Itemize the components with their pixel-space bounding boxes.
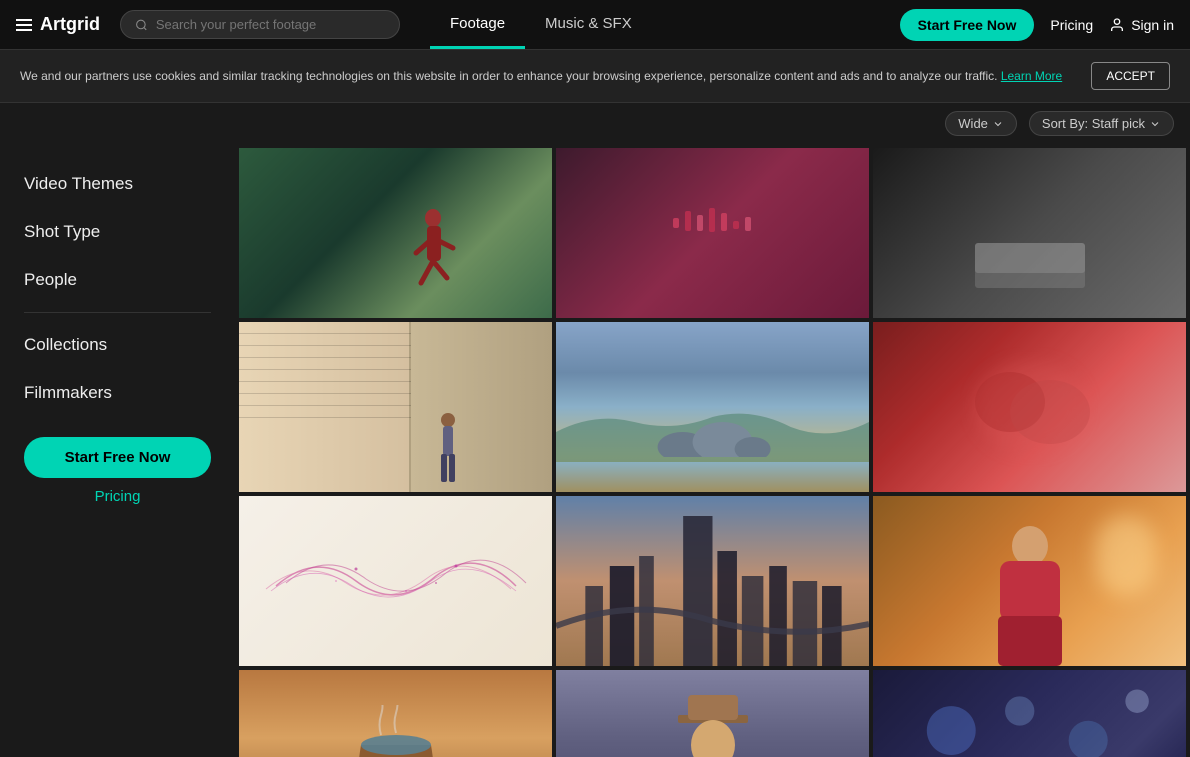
filter-bar: Wide Sort By: Staff pick: [0, 103, 1190, 144]
logo[interactable]: Artgrid: [16, 14, 100, 35]
tab-footage[interactable]: Footage: [430, 1, 525, 49]
sort-filter[interactable]: Sort By: Staff pick: [1029, 111, 1174, 136]
sidebar-item-filmmakers[interactable]: Filmmakers: [0, 369, 235, 417]
grid-item-bokeh[interactable]: Revain: [873, 670, 1186, 757]
sidebar-cta: Start Free Now Pricing: [24, 437, 211, 505]
logo-text: Artgrid: [40, 14, 100, 35]
search-bar[interactable]: [120, 10, 400, 39]
sidebar-item-video-themes[interactable]: Video Themes: [0, 160, 235, 208]
chevron-down-icon: [992, 118, 1004, 130]
grid-item-man[interactable]: [556, 670, 869, 757]
sidebar: Video Themes Shot Type People Collection…: [0, 144, 235, 757]
sidebar-divider: [24, 312, 211, 313]
search-icon: [135, 18, 148, 32]
accept-button[interactable]: ACCEPT: [1091, 62, 1170, 90]
learn-more-link[interactable]: Learn More: [1001, 69, 1062, 83]
header: Artgrid Footage Music & SFX Start Free N…: [0, 0, 1190, 50]
sidebar-item-people[interactable]: People: [0, 256, 235, 304]
grid-item-plane[interactable]: [873, 496, 1186, 666]
start-free-button[interactable]: Start Free Now: [900, 9, 1035, 41]
cookie-text: We and our partners use cookies and simi…: [20, 69, 1062, 83]
user-icon: [1109, 17, 1125, 33]
sign-in-label: Sign in: [1131, 17, 1174, 33]
grid-item-tea[interactable]: [239, 670, 552, 757]
search-input[interactable]: [156, 17, 385, 32]
grid-item-smoke[interactable]: [873, 322, 1186, 492]
wide-filter[interactable]: Wide: [945, 111, 1017, 136]
grid-container: Revain: [239, 148, 1186, 757]
pricing-link[interactable]: Pricing: [1050, 17, 1093, 33]
grid-item-classroom[interactable]: [239, 322, 552, 492]
menu-icon[interactable]: [16, 19, 32, 31]
cookie-banner: We and our partners use cookies and simi…: [0, 50, 1190, 103]
video-grid: Revain: [235, 144, 1190, 757]
main-layout: Video Themes Shot Type People Collection…: [0, 144, 1190, 757]
header-right: Start Free Now Pricing Sign in: [900, 9, 1174, 41]
grid-item-city[interactable]: [556, 496, 869, 666]
sidebar-item-shot-type[interactable]: Shot Type: [0, 208, 235, 256]
grid-item-runner[interactable]: [239, 148, 552, 318]
grid-item-piano[interactable]: [873, 148, 1186, 318]
nav-tabs: Footage Music & SFX: [430, 1, 652, 49]
grid-item-coast[interactable]: [556, 322, 869, 492]
grid-item-music[interactable]: [556, 148, 869, 318]
sidebar-item-collections[interactable]: Collections: [0, 321, 235, 369]
sidebar-start-free-button[interactable]: Start Free Now: [24, 437, 211, 478]
sign-in[interactable]: Sign in: [1109, 17, 1174, 33]
tab-music-sfx[interactable]: Music & SFX: [525, 1, 652, 49]
sidebar-pricing-link[interactable]: Pricing: [24, 488, 211, 505]
grid-item-abstract[interactable]: [239, 496, 552, 666]
chevron-down-icon-2: [1149, 118, 1161, 130]
